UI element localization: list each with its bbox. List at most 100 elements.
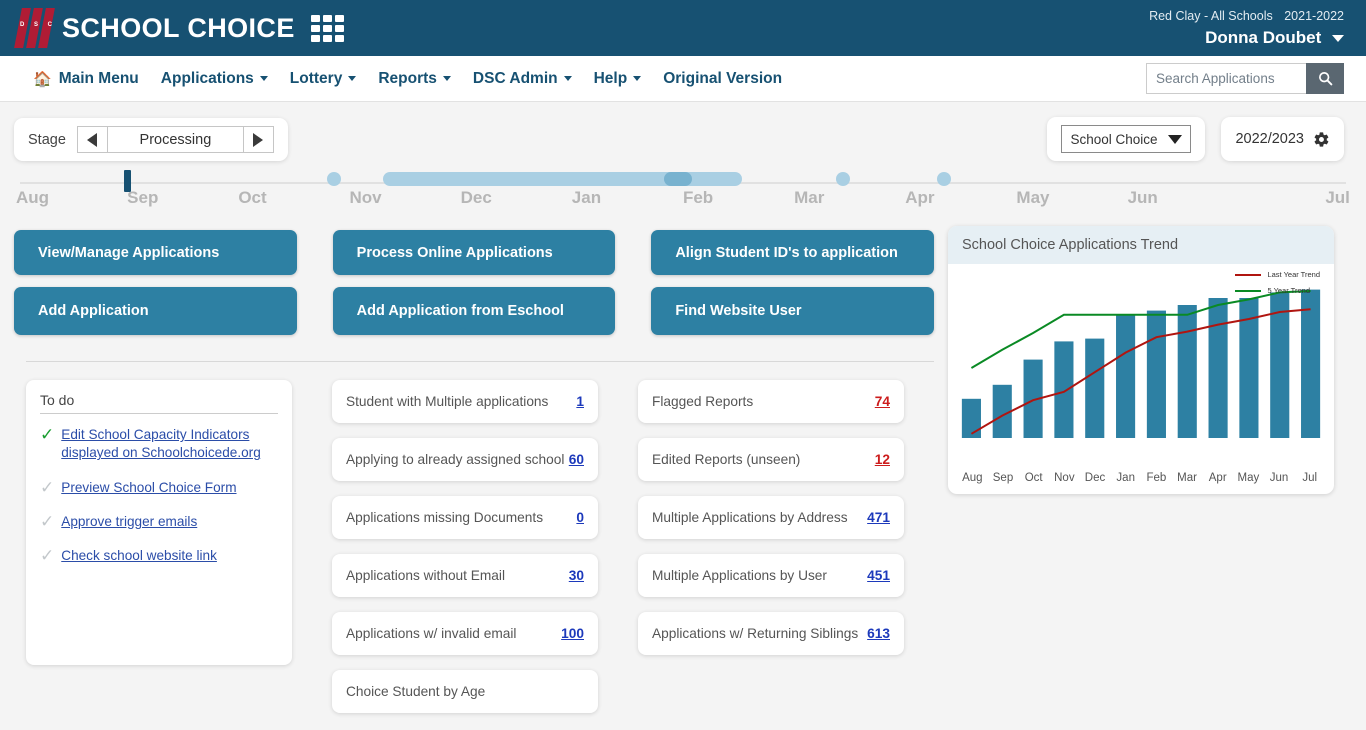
app-header: D S C SCHOOL CHOICE Red Clay - All Schoo… <box>0 0 1366 56</box>
nav-label: Applications <box>160 69 254 87</box>
stat-value[interactable]: 451 <box>867 568 890 583</box>
list-item[interactable]: ✓ Edit School Capacity Indicators displa… <box>40 426 278 463</box>
nav-item-main-menu[interactable]: 🏠 Main Menu <box>22 70 150 88</box>
add-application-from-eschool-button[interactable]: Add Application from Eschool <box>332 287 616 335</box>
legend-label: 5 Year Trend <box>1267 286 1310 295</box>
timeline-month: Oct <box>238 188 267 207</box>
list-item[interactable]: ✓ Approve trigger emails <box>40 513 278 531</box>
user-name: Donna Doubet <box>1205 27 1322 47</box>
stat-label: Multiple Applications by Address <box>652 510 848 525</box>
stat-value[interactable]: 471 <box>867 510 890 525</box>
org-label: Red Clay - All Schools <box>1149 9 1273 23</box>
legend-swatch-last-year <box>1235 273 1262 276</box>
chart-x-tick: Jun <box>1269 472 1289 484</box>
stat-label: Flagged Reports <box>652 394 754 409</box>
view-manage-applications-button[interactable]: View/Manage Applications <box>14 230 297 275</box>
chart-bar <box>1177 305 1197 438</box>
table-row[interactable]: Multiple Applications by Address 471 <box>638 496 904 539</box>
stat-value[interactable]: 613 <box>867 626 890 641</box>
table-row[interactable]: Student with Multiple applications 1 <box>332 380 598 423</box>
list-item[interactable]: ✓ Preview School Choice Form <box>40 477 278 497</box>
table-row[interactable]: Choice Student by Age <box>332 670 598 713</box>
chart-x-tick: Dec <box>1084 472 1106 484</box>
stat-label: Student with Multiple applications <box>346 394 549 409</box>
nav-item-original-version[interactable]: Original Version <box>652 70 793 88</box>
user-area: Red Clay - All Schools 2021-2022 Donna D… <box>1149 8 1344 50</box>
nav-item-lottery[interactable]: Lottery <box>279 70 368 88</box>
stats-right-column: Flagged Reports 74 Edited Reports (unsee… <box>638 380 904 713</box>
search-input[interactable] <box>1146 63 1306 94</box>
check-icon: ✓ <box>40 477 55 497</box>
table-row[interactable]: Edited Reports (unseen) 12 <box>638 438 904 481</box>
timeline-knob[interactable] <box>664 172 693 186</box>
timeline-dot[interactable] <box>327 172 342 186</box>
program-select[interactable]: School Choice <box>1061 125 1192 153</box>
chart-x-tick: Jan <box>1116 472 1135 484</box>
stage-next-button[interactable] <box>242 127 273 152</box>
stage-value[interactable]: Processing <box>107 127 243 152</box>
timeline-month: Dec <box>460 188 492 207</box>
chart-bar <box>1208 298 1228 438</box>
timeline-month: Aug <box>16 188 50 207</box>
nav-label: DSC Admin <box>472 69 558 87</box>
align-student-ids-button[interactable]: Align Student ID's to application <box>651 230 934 275</box>
chart-x-tick: Mar <box>1177 472 1197 484</box>
user-menu[interactable]: Donna Doubet <box>1149 27 1344 50</box>
stats-middle-column: Student with Multiple applications 1 App… <box>332 380 598 713</box>
timeline-month: May <box>1016 188 1050 207</box>
find-website-user-button[interactable]: Find Website User <box>651 287 934 335</box>
gear-icon[interactable] <box>1313 131 1330 148</box>
todo-link[interactable]: Approve trigger emails <box>61 513 197 531</box>
table-row[interactable]: Applications w/ invalid email 100 <box>332 612 598 655</box>
todo-link[interactable]: Check school website link <box>61 547 217 565</box>
stat-value[interactable]: 12 <box>875 452 890 467</box>
search-button[interactable] <box>1306 63 1344 94</box>
table-row[interactable]: Applications w/ Returning Siblings 613 <box>638 612 904 655</box>
process-online-applications-button[interactable]: Process Online Applications <box>332 230 616 275</box>
todo-panel: To do ✓ Edit School Capacity Indicators … <box>26 380 292 665</box>
search-icon <box>1318 72 1332 86</box>
list-item[interactable]: ✓ Check school website link <box>40 547 278 565</box>
timeline-dot[interactable] <box>835 172 850 186</box>
add-application-button[interactable]: Add Application <box>14 287 297 335</box>
nav-item-applications[interactable]: Applications <box>150 70 279 88</box>
nav-label: Lottery <box>289 69 343 87</box>
brand-logo[interactable]: D S C SCHOOL CHOICE <box>0 8 295 48</box>
todo-link[interactable]: Preview School Choice Form <box>61 479 236 497</box>
stat-value[interactable]: 60 <box>569 452 584 467</box>
stage-prev-button[interactable] <box>77 127 108 152</box>
home-icon: 🏠 <box>33 70 52 88</box>
table-row[interactable]: Multiple Applications by User 451 <box>638 554 904 597</box>
chart-x-tick: May <box>1237 472 1260 484</box>
chart-x-tick: Oct <box>1024 472 1043 484</box>
left-column: View/Manage Applications Process Online … <box>14 222 934 713</box>
table-row[interactable]: Applications without Email 30 <box>332 554 598 597</box>
todo-link[interactable]: Edit School Capacity Indicators displaye… <box>61 426 278 463</box>
chart-bar <box>961 398 981 438</box>
nav-item-reports[interactable]: Reports <box>367 70 462 88</box>
timeline-month: Mar <box>794 188 825 207</box>
controls-row: Stage Processing School Choice 2022/2023 <box>0 102 1366 161</box>
table-row[interactable]: Applying to already assigned school 60 <box>332 438 598 481</box>
timeline-slider[interactable]: Aug Sep Oct Nov Dec Jan Feb Mar Apr May … <box>14 158 1352 218</box>
chart-bar <box>1301 289 1321 438</box>
stat-value[interactable]: 1 <box>576 394 584 409</box>
school-year-label: 2021-2022 <box>1284 9 1344 23</box>
dsc-logo-icon: D S C <box>14 8 55 48</box>
table-row[interactable]: Flagged Reports 74 <box>638 380 904 423</box>
chart-bar <box>1116 314 1136 438</box>
timeline-month: Jun <box>1127 188 1158 207</box>
table-row[interactable]: Applications missing Documents 0 <box>332 496 598 539</box>
stat-value[interactable]: 74 <box>875 394 890 409</box>
chart-line-last-year <box>971 309 1310 434</box>
nav-item-help[interactable]: Help <box>583 70 653 88</box>
nav-item-dsc-admin[interactable]: DSC Admin <box>462 70 583 88</box>
stat-value[interactable]: 30 <box>569 568 584 583</box>
timeline-month: Jul <box>1325 188 1350 207</box>
main-content: View/Manage Applications Process Online … <box>0 222 1366 713</box>
stat-value[interactable]: 0 <box>576 510 584 525</box>
apps-grid-icon[interactable] <box>310 14 344 42</box>
stat-label: Applications without Email <box>346 568 506 583</box>
legend-swatch-5-year <box>1235 289 1262 292</box>
stat-value[interactable]: 100 <box>561 626 584 641</box>
